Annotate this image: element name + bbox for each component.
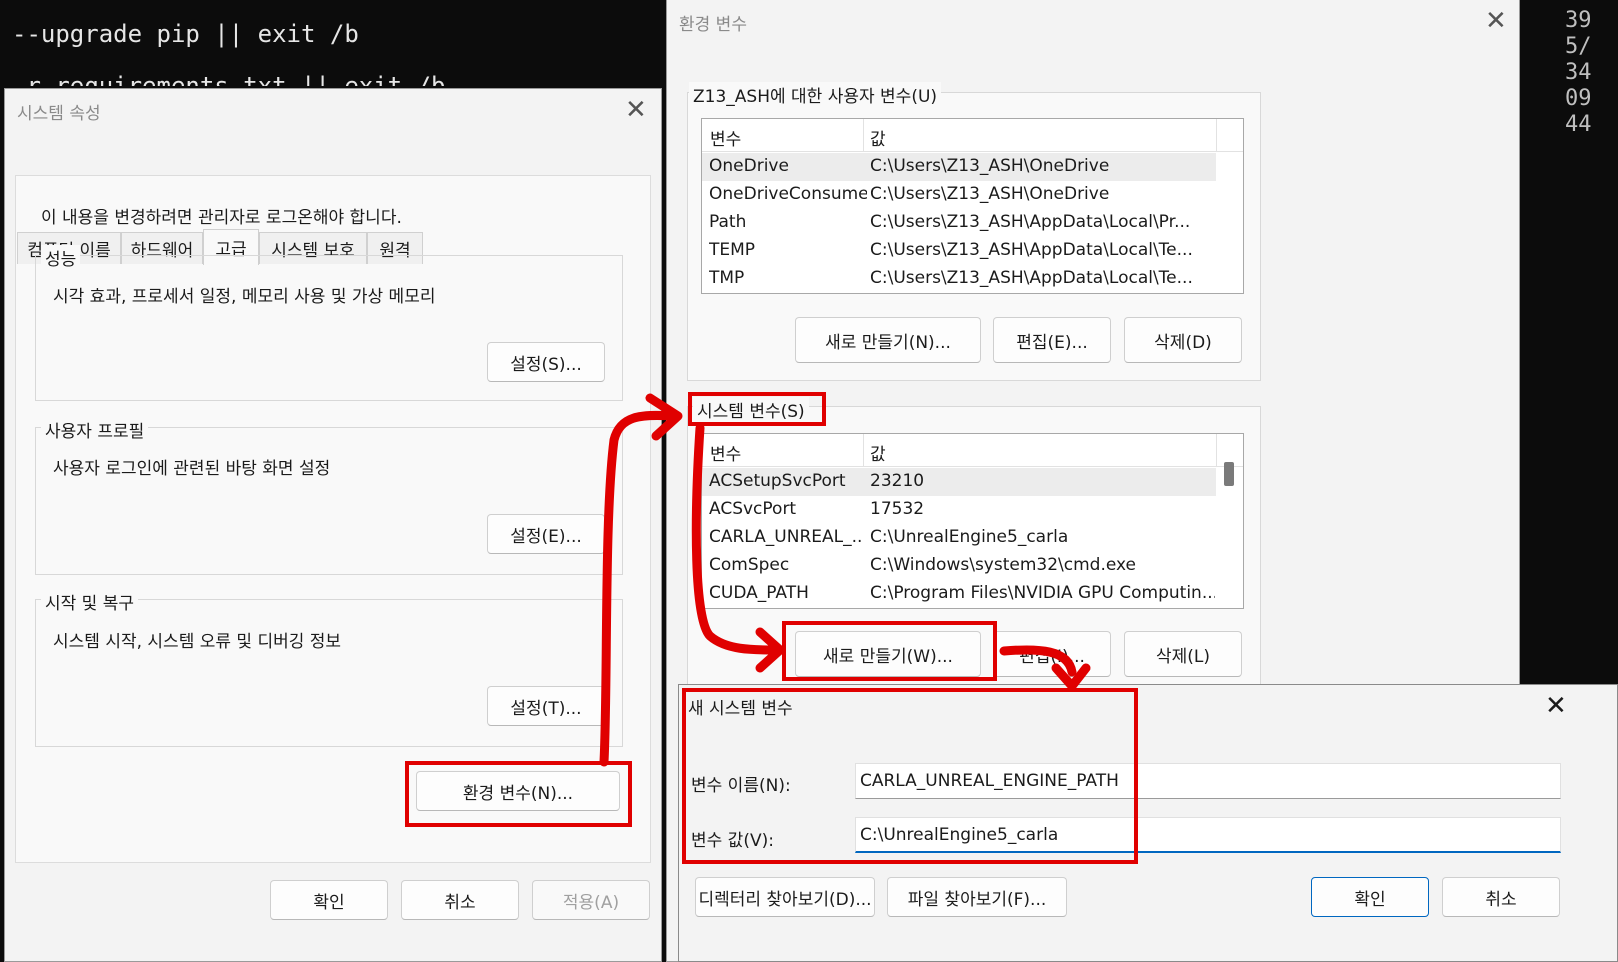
arrow-system-vars-to-new xyxy=(691,423,781,655)
annotation-arrows xyxy=(599,393,1091,767)
arrow-env-to-system-vars xyxy=(599,410,677,767)
